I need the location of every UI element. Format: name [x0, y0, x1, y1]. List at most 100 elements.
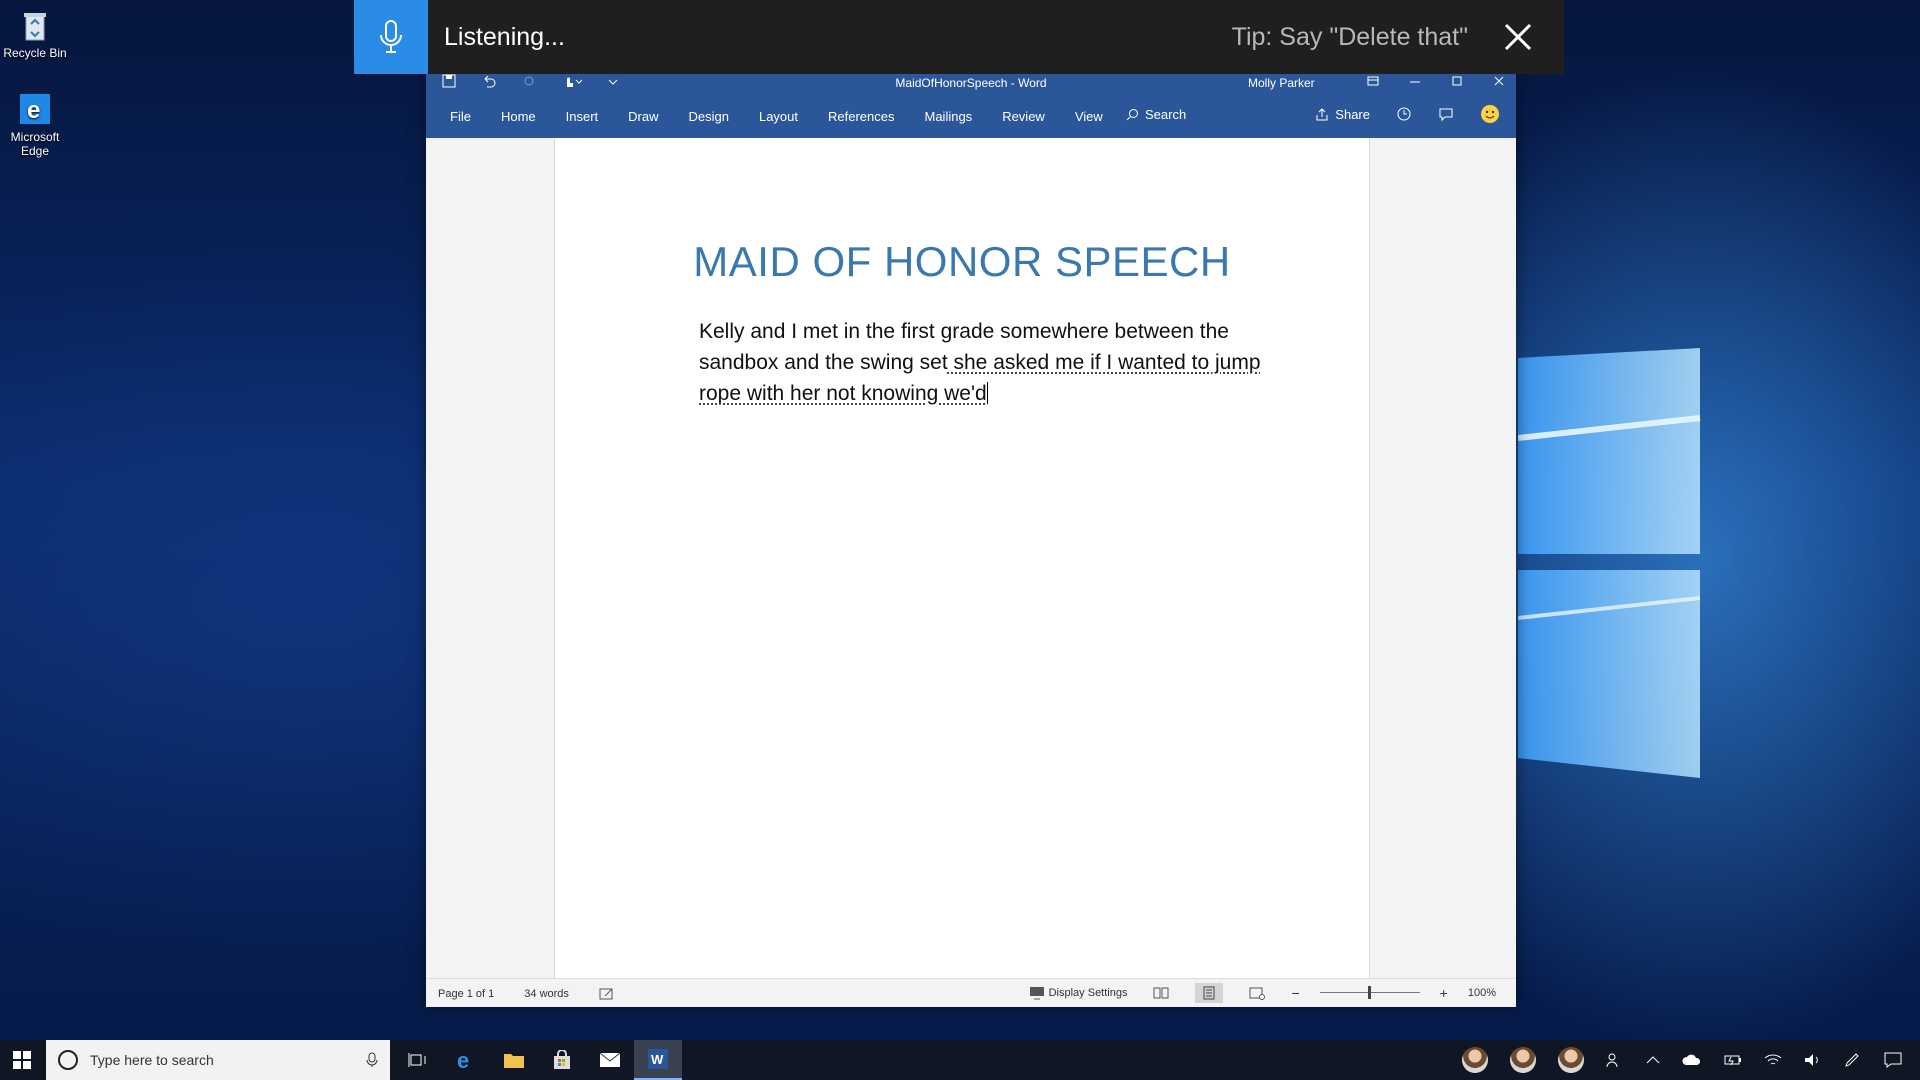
- dictation-tip: Tip: Say "Delete that": [1231, 22, 1468, 51]
- desktop-icon-edge[interactable]: e Microsoft Edge: [0, 92, 70, 158]
- taskbar-store[interactable]: [538, 1040, 586, 1080]
- display-settings-button[interactable]: Display Settings: [1029, 986, 1128, 1000]
- taskbar-word[interactable]: W: [634, 1040, 682, 1080]
- taskbar-edge[interactable]: e: [442, 1040, 490, 1080]
- cortana-icon: [58, 1050, 78, 1070]
- tab-design[interactable]: Design: [689, 109, 729, 124]
- zoom-level[interactable]: 100%: [1468, 987, 1496, 999]
- search-icon: [1126, 109, 1138, 121]
- share-icon: [1316, 108, 1328, 121]
- word-window: MaidOfHonorSpeech - Word Molly Parker Fi…: [426, 72, 1516, 1007]
- smiley-feedback-icon[interactable]: [1480, 104, 1500, 124]
- tab-layout[interactable]: Layout: [759, 109, 798, 124]
- document-heading[interactable]: MAID OF HONOR SPEECH: [555, 238, 1369, 286]
- folder-icon: [504, 1054, 524, 1068]
- people-contact-avatar[interactable]: [1510, 1047, 1536, 1073]
- svg-text:e: e: [27, 97, 40, 124]
- status-bar: Page 1 of 1 34 words Display Settings −: [426, 978, 1516, 1007]
- tab-mailings[interactable]: Mailings: [925, 109, 973, 124]
- document-paragraph[interactable]: Kelly and I met in the first grade somew…: [699, 316, 1269, 409]
- start-button[interactable]: [0, 1040, 44, 1080]
- document-area: MAID OF HONOR SPEECH Kelly and I met in …: [426, 138, 1516, 978]
- dictation-toolbar: Listening... Tip: Say "Delete that": [354, 0, 1564, 74]
- people-icon[interactable]: [1606, 1052, 1624, 1068]
- document-page[interactable]: MAID OF HONOR SPEECH Kelly and I met in …: [554, 138, 1370, 978]
- task-view-icon: [408, 1053, 426, 1067]
- share-label: Share: [1335, 106, 1370, 122]
- web-layout-icon: [1249, 987, 1266, 1000]
- mail-icon: [599, 1052, 621, 1067]
- tab-insert[interactable]: Insert: [566, 109, 599, 124]
- ribbon-right-actions: Share: [1315, 104, 1500, 124]
- page-count[interactable]: Page 1 of 1: [438, 988, 494, 1000]
- close-window-icon[interactable]: [1492, 74, 1506, 88]
- word-app-icon: W: [648, 1049, 668, 1069]
- window-title: MaidOfHonorSpeech - Word: [895, 76, 1047, 90]
- tab-file[interactable]: File: [450, 109, 471, 124]
- ribbon-display-options-icon[interactable]: [1366, 74, 1380, 88]
- people-contact-avatar[interactable]: [1558, 1047, 1584, 1073]
- web-layout-button[interactable]: [1243, 983, 1271, 1003]
- taskbar-search[interactable]: Type here to search: [46, 1040, 390, 1080]
- history-icon[interactable]: [1396, 106, 1412, 122]
- microphone-icon: [380, 20, 402, 53]
- people-contact-avatar[interactable]: [1462, 1047, 1488, 1073]
- chevron-up-icon[interactable]: [1646, 1055, 1660, 1065]
- volume-icon[interactable]: [1804, 1053, 1822, 1067]
- zoom-out-button[interactable]: −: [1291, 985, 1299, 1001]
- text-cursor: [986, 382, 988, 404]
- maximize-icon[interactable]: [1450, 74, 1464, 88]
- ribbon-tabs: File Home Insert Draw Design Layout Refe…: [450, 109, 1133, 124]
- task-view-button[interactable]: [394, 1040, 442, 1080]
- svg-text:W: W: [651, 1052, 664, 1067]
- comments-icon[interactable]: [1438, 106, 1454, 122]
- read-mode-button[interactable]: [1147, 983, 1175, 1003]
- cortana-mic-icon[interactable]: [366, 1052, 378, 1068]
- windows-start-icon: [13, 1051, 31, 1069]
- recycle-bin-icon: [24, 13, 46, 41]
- zoom-slider-thumb[interactable]: [1367, 986, 1371, 999]
- taskbar: Type here to search e W: [0, 1040, 1920, 1080]
- window-controls: [1366, 74, 1506, 88]
- taskbar-file-explorer[interactable]: [490, 1040, 538, 1080]
- onedrive-icon[interactable]: [1682, 1054, 1702, 1066]
- store-icon: [554, 1050, 570, 1069]
- desktop-icon-label: Recycle Bin: [3, 46, 67, 60]
- print-layout-icon: [1203, 986, 1215, 1000]
- wifi-icon[interactable]: [1764, 1053, 1782, 1067]
- read-mode-icon: [1153, 987, 1169, 999]
- taskbar-search-placeholder: Type here to search: [90, 1052, 214, 1068]
- minimize-icon[interactable]: [1408, 74, 1422, 88]
- print-layout-button[interactable]: [1195, 983, 1224, 1003]
- taskbar-apps: e W: [394, 1040, 682, 1080]
- tab-view[interactable]: View: [1075, 109, 1103, 124]
- search-label: Search: [1145, 107, 1187, 122]
- share-button[interactable]: Share: [1315, 107, 1370, 122]
- taskbar-mail[interactable]: [586, 1040, 634, 1080]
- dictation-close-button[interactable]: [1498, 17, 1538, 57]
- desktop-icon-label: Microsoft Edge: [10, 130, 60, 158]
- tab-draw[interactable]: Draw: [628, 109, 658, 124]
- system-tray: [1462, 1040, 1920, 1080]
- windows-logo-wallpaper: [1518, 348, 1701, 778]
- action-center-icon[interactable]: [1884, 1052, 1902, 1068]
- pen-ink-workspace-icon[interactable]: [1844, 1052, 1862, 1068]
- edge-icon: e: [20, 94, 50, 124]
- svg-text:e: e: [457, 1049, 469, 1071]
- display-settings-label: Display Settings: [1048, 987, 1128, 999]
- tab-home[interactable]: Home: [501, 109, 536, 124]
- tab-review[interactable]: Review: [1002, 109, 1045, 124]
- tab-references[interactable]: References: [828, 109, 894, 124]
- zoom-in-button[interactable]: +: [1440, 985, 1448, 1001]
- ribbon: File Home Insert Draw Design Layout Refe…: [426, 94, 1516, 138]
- display-settings-icon: [1029, 987, 1044, 1000]
- dictation-mic-button[interactable]: [354, 0, 428, 74]
- zoom-slider[interactable]: [1319, 983, 1420, 1003]
- battery-icon[interactable]: [1724, 1053, 1742, 1067]
- account-name[interactable]: Molly Parker: [1248, 76, 1315, 90]
- word-count[interactable]: 34 words: [524, 988, 569, 1000]
- title-bar: MaidOfHonorSpeech - Word Molly Parker: [426, 72, 1516, 94]
- proofing-icon[interactable]: [599, 987, 615, 1001]
- tell-me-search[interactable]: Search: [1126, 107, 1186, 122]
- desktop-icon-recycle-bin[interactable]: Recycle Bin: [0, 8, 70, 60]
